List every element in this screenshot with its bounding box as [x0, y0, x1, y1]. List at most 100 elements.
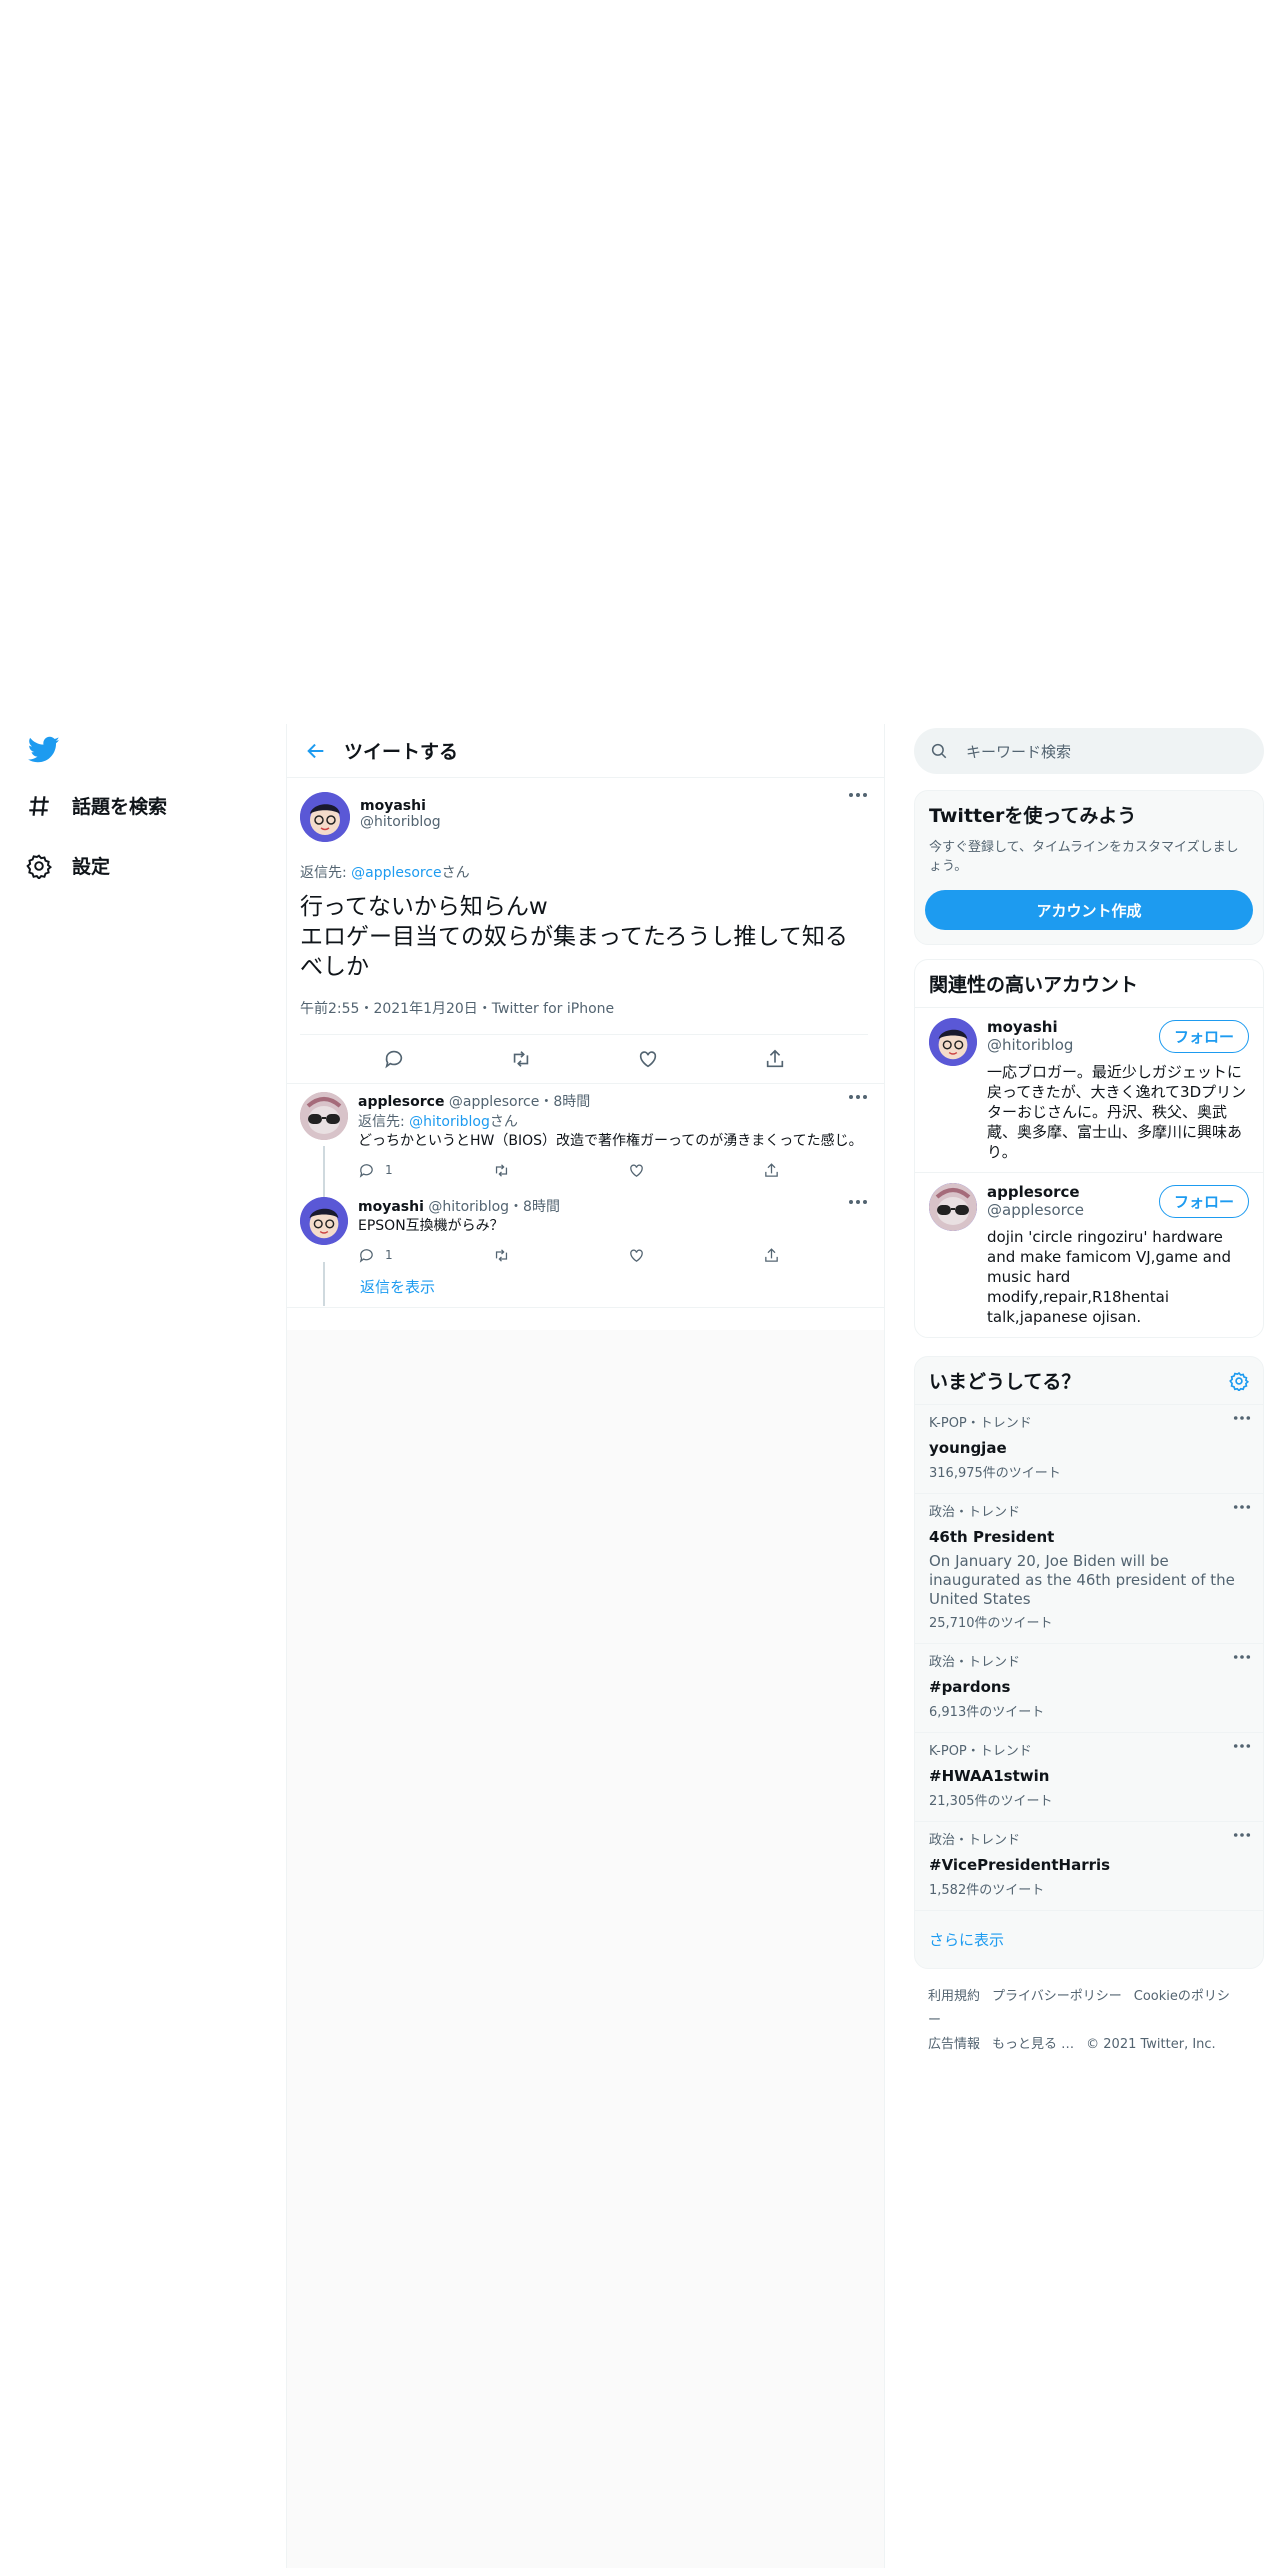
like-icon[interactable]	[637, 1048, 659, 1070]
avatar[interactable]	[929, 1183, 977, 1231]
more-options-icon[interactable]	[848, 1199, 868, 1205]
create-account-button[interactable]: アカウント作成	[925, 890, 1253, 930]
more-options-icon[interactable]	[1233, 1743, 1251, 1749]
twitter-bird-icon[interactable]	[28, 736, 60, 764]
focal-tweet[interactable]: moyashi @hitoriblog 返信先: @applesorceさん 行…	[286, 778, 884, 1084]
reply-author-name[interactable]: moyashi	[358, 1199, 424, 1215]
reply-actions: 1	[358, 1240, 898, 1270]
footer-copyright: © 2021 Twitter, Inc.	[1086, 2037, 1216, 2052]
avatar[interactable]	[300, 1197, 348, 1245]
reply-button[interactable]: 1	[358, 1162, 493, 1179]
page-title: ツイートする	[344, 741, 459, 763]
replying-to-link[interactable]: @hitoriblog	[409, 1114, 490, 1130]
footer-link-privacy[interactable]: プライバシーポリシー	[992, 1989, 1122, 2004]
show-more-link[interactable]: さらに表示	[915, 1910, 1263, 1968]
share-icon	[763, 1247, 780, 1264]
right-sidebar: キーワード検索 Twitterを使ってみよう 今すぐ登録して、タイムラインをカス…	[914, 728, 1264, 2073]
account-item[interactable]: applesorce @applesorce dojin 'circle rin…	[915, 1172, 1263, 1337]
trend-count: 21,305件のツイート	[929, 1794, 1053, 1809]
trend-count: 1,582件のツイート	[929, 1883, 1045, 1898]
search-input[interactable]: キーワード検索	[914, 728, 1264, 774]
reply-handle-time[interactable]: @hitoriblog・8時間	[428, 1199, 560, 1215]
more-options-icon[interactable]	[1233, 1504, 1251, 1510]
timeline-empty-area	[286, 1330, 884, 2568]
avatar[interactable]	[300, 792, 350, 842]
trend-meta: 政治・トレンド	[929, 1655, 1021, 1670]
tweet-text: 行ってないから知らんw エロゲー目当ての奴らが集まってたろうし推して知るべしか	[300, 894, 848, 980]
reply-icon[interactable]	[383, 1048, 405, 1070]
trend-desc: On January 20, Joe Biden will be inaugur…	[929, 1552, 1235, 1608]
retweet-icon[interactable]	[510, 1048, 532, 1070]
more-options-icon[interactable]	[848, 1094, 868, 1100]
thread-dots	[322, 1278, 326, 1293]
follow-button[interactable]: フォロー	[1158, 1020, 1249, 1053]
signup-desc: 今すぐ登録して、タイムラインをカスタマイズしましょう。	[929, 840, 1239, 874]
reply-tweet[interactable]: applesorce @applesorce・8時間 返信先: @hitorib…	[286, 1084, 884, 1185]
trend-name: 46th President	[929, 1528, 1055, 1546]
reply-handle-time[interactable]: @applesorce・8時間	[449, 1094, 590, 1110]
trend-item[interactable]: K-POP・トレンド #HWAA1stwin 21,305件のツイート	[915, 1732, 1263, 1821]
reply-tweet[interactable]: moyashi @hitoriblog・8時間 EPSON互換機がらみ？ 1	[286, 1185, 884, 1270]
author-name[interactable]: moyashi	[360, 798, 441, 814]
account-bio: 一応ブロガー。最近少しガジェットに戻ってきたが、大きく逸れて3Dプリンターおじさ…	[987, 1063, 1247, 1161]
nav-settings[interactable]: 設定	[26, 852, 110, 879]
trend-item[interactable]: 政治・トレンド #VicePresidentHarris 1,582件のツイート	[915, 1821, 1263, 1910]
trend-item[interactable]: 政治・トレンド 46th President On January 20, Jo…	[915, 1493, 1263, 1643]
like-button[interactable]	[628, 1247, 763, 1264]
retweet-button[interactable]	[493, 1162, 628, 1179]
more-options-icon[interactable]	[1233, 1832, 1251, 1838]
reply-count: 1	[385, 1163, 393, 1177]
show-replies-link[interactable]: 返信を表示	[286, 1270, 884, 1308]
reply-text: EPSON互換機がらみ？	[358, 1218, 504, 1234]
reply-thread: applesorce @applesorce・8時間 返信先: @hitorib…	[286, 1084, 884, 1308]
reply-author-name[interactable]: applesorce	[358, 1094, 444, 1110]
retweet-button[interactable]	[493, 1247, 628, 1264]
trends-settings-gear-icon[interactable]	[1229, 1371, 1249, 1391]
replying-to: 返信先: @hitoriblogさん	[358, 1112, 898, 1132]
author-handle[interactable]: @hitoriblog	[360, 814, 441, 830]
share-button[interactable]	[763, 1162, 898, 1179]
tweet-timestamp[interactable]: 午前2:55・2021年1月20日・Twitter for iPhone	[300, 998, 868, 1035]
like-icon	[628, 1162, 645, 1179]
replying-to-link[interactable]: @applesorce	[351, 865, 441, 881]
account-bio: dojin 'circle ringoziru' hardware and ma…	[987, 1228, 1231, 1326]
footer-link-ads[interactable]: 広告情報	[928, 2037, 980, 2052]
trend-meta: K-POP・トレンド	[929, 1416, 1032, 1431]
hashtag-icon	[26, 793, 52, 819]
reply-button[interactable]: 1	[358, 1247, 493, 1264]
column-divider-right	[884, 724, 885, 2568]
replying-to: 返信先: @applesorceさん	[300, 862, 868, 882]
reply-count: 1	[385, 1248, 393, 1262]
back-arrow-icon	[305, 740, 327, 762]
account-item[interactable]: moyashi @hitoriblog 一応ブロガー。最近少しガジェットに戻って…	[915, 1007, 1263, 1172]
more-options-icon[interactable]	[1233, 1654, 1251, 1660]
retweet-icon	[493, 1162, 510, 1179]
footer-link-terms[interactable]: 利用規約	[928, 1989, 980, 2004]
reply-icon	[358, 1247, 375, 1264]
share-button[interactable]	[763, 1247, 898, 1264]
avatar[interactable]	[929, 1018, 977, 1066]
reply-actions: 1	[358, 1155, 898, 1185]
back-button[interactable]	[288, 724, 344, 778]
more-options-icon[interactable]	[848, 792, 868, 798]
nav-explore[interactable]: 話題を検索	[26, 792, 167, 819]
more-options-icon[interactable]	[1233, 1415, 1251, 1421]
like-button[interactable]	[628, 1162, 763, 1179]
share-icon[interactable]	[764, 1048, 786, 1070]
search-placeholder: キーワード検索	[966, 742, 1072, 761]
trend-name: youngjae	[929, 1439, 1007, 1457]
tweet-actions	[300, 1035, 868, 1083]
trends-title-label: いまどうしてる？	[929, 1371, 1081, 1393]
trend-item[interactable]: K-POP・トレンド youngjae 316,975件のツイート	[915, 1404, 1263, 1493]
footer: 利用規約 プライバシーポリシー Cookieのポリシー 広告情報 もっと見る … © 2…	[914, 1969, 1264, 2073]
follow-button[interactable]: フォロー	[1158, 1185, 1249, 1218]
trend-name: #pardons	[929, 1678, 1011, 1696]
footer-link-more[interactable]: もっと見る …	[992, 2037, 1074, 2052]
retweet-icon	[493, 1247, 510, 1264]
main-header: ツイートする	[286, 724, 884, 778]
main-column: ツイートする moyashi @hitoriblog 返信先: @appleso…	[286, 724, 884, 1308]
trend-item[interactable]: 政治・トレンド #pardons 6,913件のツイート	[915, 1643, 1263, 1732]
trend-count: 6,913件のツイート	[929, 1705, 1045, 1720]
avatar[interactable]	[300, 1092, 348, 1140]
trend-meta: K-POP・トレンド	[929, 1744, 1032, 1759]
